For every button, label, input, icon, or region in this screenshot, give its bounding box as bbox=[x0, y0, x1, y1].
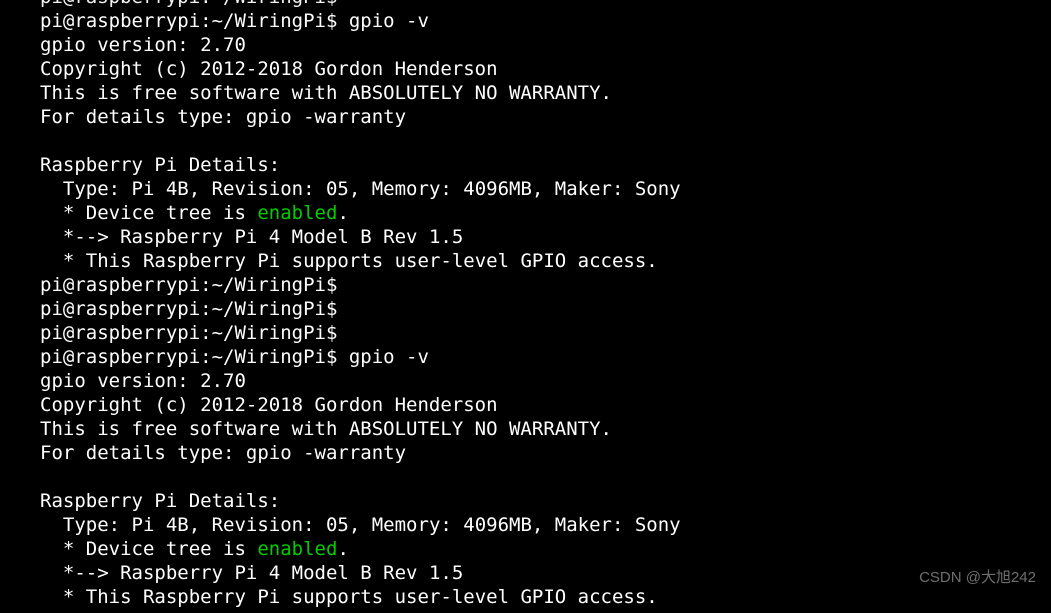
terminal-line: * Device tree is enabled. bbox=[40, 201, 1051, 225]
terminal-line: Raspberry Pi Details: bbox=[40, 153, 1051, 177]
terminal-text: Type: Pi 4B, Revision: 05, Memory: 4096M… bbox=[40, 177, 681, 201]
terminal-line: * This Raspberry Pi supports user-level … bbox=[40, 249, 1051, 273]
terminal-line: Raspberry Pi Details: bbox=[40, 489, 1051, 513]
terminal-line: pi@raspberrypi:~/WiringPi$ gpio -v bbox=[40, 9, 1051, 33]
terminal-line: This is free software with ABSOLUTELY NO… bbox=[40, 417, 1051, 441]
terminal-line: pi@raspberrypi:~/WiringPi$ gpio -v bbox=[40, 345, 1051, 369]
terminal-text: * This Raspberry Pi supports user-level … bbox=[40, 249, 658, 273]
terminal-output[interactable]: pi@raspberrypi:~/WiringPi$pi@raspberrypi… bbox=[0, 0, 1051, 609]
terminal-text: Raspberry Pi Details: bbox=[40, 489, 280, 513]
terminal-line: pi@raspberrypi:~/WiringPi$ bbox=[40, 297, 1051, 321]
terminal-line: Type: Pi 4B, Revision: 05, Memory: 4096M… bbox=[40, 177, 1051, 201]
terminal-line: For details type: gpio -warranty bbox=[40, 441, 1051, 465]
terminal-text: pi@raspberrypi:~/WiringPi$ gpio -v bbox=[40, 345, 429, 369]
terminal-text: For details type: gpio -warranty bbox=[40, 441, 406, 465]
terminal-text: * Device tree is bbox=[40, 201, 257, 225]
terminal-text: . bbox=[337, 537, 348, 561]
terminal-line: * This Raspberry Pi supports user-level … bbox=[40, 585, 1051, 609]
terminal-text: enabled bbox=[257, 201, 337, 225]
terminal-line: pi@raspberrypi:~/WiringPi$ bbox=[40, 0, 1051, 9]
terminal-line bbox=[40, 465, 1051, 489]
terminal-line: * Device tree is enabled. bbox=[40, 537, 1051, 561]
terminal-text: pi@raspberrypi:~/WiringPi$ bbox=[40, 297, 337, 321]
terminal-text: pi@raspberrypi:~/WiringPi$ bbox=[40, 321, 337, 345]
terminal-text: *--> Raspberry Pi 4 Model B Rev 1.5 bbox=[40, 225, 463, 249]
watermark-label: CSDN @大旭242 bbox=[919, 566, 1036, 590]
terminal-line: For details type: gpio -warranty bbox=[40, 105, 1051, 129]
terminal-line: Copyright (c) 2012-2018 Gordon Henderson bbox=[40, 393, 1051, 417]
terminal-text: * This Raspberry Pi supports user-level … bbox=[40, 585, 658, 609]
terminal-text: Copyright (c) 2012-2018 Gordon Henderson bbox=[40, 393, 498, 417]
terminal-text: For details type: gpio -warranty bbox=[40, 105, 406, 129]
terminal-text: This is free software with ABSOLUTELY NO… bbox=[40, 417, 612, 441]
terminal-text: pi@raspberrypi:~/WiringPi$ bbox=[40, 273, 337, 297]
terminal-text: pi@raspberrypi:~/WiringPi$ bbox=[40, 0, 337, 9]
terminal-text: gpio version: 2.70 bbox=[40, 369, 246, 393]
terminal-line: pi@raspberrypi:~/WiringPi$ bbox=[40, 273, 1051, 297]
terminal-line bbox=[40, 129, 1051, 153]
terminal-text: This is free software with ABSOLUTELY NO… bbox=[40, 81, 612, 105]
terminal-text: enabled bbox=[257, 537, 337, 561]
terminal-line: Copyright (c) 2012-2018 Gordon Henderson bbox=[40, 57, 1051, 81]
terminal-text: . bbox=[337, 201, 348, 225]
terminal-line: gpio version: 2.70 bbox=[40, 369, 1051, 393]
terminal-line: This is free software with ABSOLUTELY NO… bbox=[40, 81, 1051, 105]
terminal-line: pi@raspberrypi:~/WiringPi$ bbox=[40, 321, 1051, 345]
terminal-line: *--> Raspberry Pi 4 Model B Rev 1.5 bbox=[40, 561, 1051, 585]
terminal-line: gpio version: 2.70 bbox=[40, 33, 1051, 57]
terminal-text: pi@raspberrypi:~/WiringPi$ gpio -v bbox=[40, 9, 429, 33]
terminal-line: *--> Raspberry Pi 4 Model B Rev 1.5 bbox=[40, 225, 1051, 249]
terminal-text: Raspberry Pi Details: bbox=[40, 153, 280, 177]
terminal-text: Copyright (c) 2012-2018 Gordon Henderson bbox=[40, 57, 498, 81]
terminal-text: *--> Raspberry Pi 4 Model B Rev 1.5 bbox=[40, 561, 463, 585]
terminal-text: Type: Pi 4B, Revision: 05, Memory: 4096M… bbox=[40, 513, 681, 537]
terminal-text: gpio version: 2.70 bbox=[40, 33, 246, 57]
terminal-line: Type: Pi 4B, Revision: 05, Memory: 4096M… bbox=[40, 513, 1051, 537]
terminal-text: * Device tree is bbox=[40, 537, 257, 561]
